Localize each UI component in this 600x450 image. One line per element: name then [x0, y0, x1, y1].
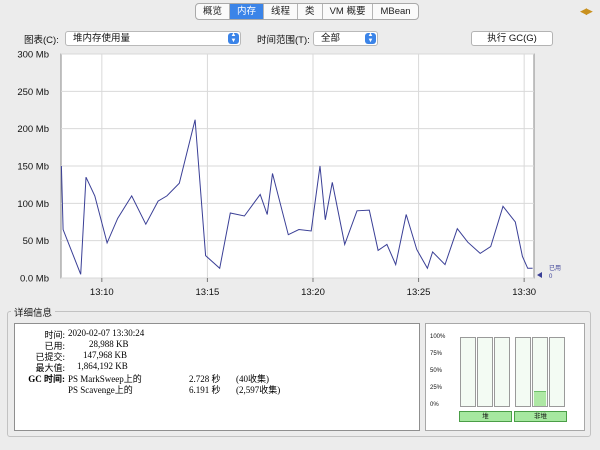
tab-threads[interactable]: 线程	[264, 4, 299, 19]
y-axis-ticks: 0.0 Mb 50 Mb 100 Mb 150 Mb 200 Mb 250 Mb 300 M…	[17, 50, 49, 285]
time-value: 2020-02-07 13:30:24	[68, 328, 145, 338]
heap-pool-bar[interactable]	[494, 337, 510, 407]
triangle-marker-icon	[537, 272, 542, 278]
memory-info-box: 时间: 2020-02-07 13:30:24 已用: 28,988 KB 已提…	[14, 323, 420, 431]
perform-gc-button[interactable]: 执行 GC(G)	[471, 31, 553, 46]
double-arrow-icon[interactable]: ◀▶	[580, 6, 593, 17]
gc-collector-count: (2,597收集)	[236, 385, 281, 395]
gc-collector-time: 6.191 秒	[189, 385, 221, 395]
non-heap-pool-bar[interactable]	[549, 337, 565, 407]
details-title: 详细信息	[11, 305, 56, 319]
legend-used-label: 已用	[549, 265, 561, 272]
x-tick-label: 13:15	[196, 287, 220, 298]
tab-memory[interactable]: 内存	[230, 4, 265, 19]
non-heap-pool-bar[interactable]	[515, 337, 531, 407]
time-range-value: 全部	[321, 33, 341, 44]
pool-usage-fill	[534, 391, 546, 406]
legend-used-value: 0	[549, 274, 553, 280]
gc-collector-name: PS Scavenge上的	[68, 385, 133, 395]
y-tick-label: 250 Mb	[17, 87, 49, 98]
gauge-percent-label: 25%	[430, 385, 443, 391]
tab-classes[interactable]: 类	[298, 4, 323, 19]
heap-pool-bar[interactable]	[477, 337, 493, 407]
up-down-arrows-icon: ▲ ▼	[365, 32, 376, 44]
x-axis-ticks: 13:10 13:15 13:20 13:25 13:30	[90, 278, 536, 298]
y-tick-label: 100 Mb	[17, 199, 49, 210]
gauge-percent-label: 0%	[430, 402, 439, 408]
y-tick-label: 300 Mb	[17, 50, 49, 61]
y-tick-label: 200 Mb	[17, 124, 49, 135]
y-tick-label: 50 Mb	[23, 236, 49, 247]
tab-bar: 概览 内存 线程 类 VM 概要 MBean	[195, 3, 419, 20]
heap-pool-bar[interactable]	[460, 337, 476, 407]
y-tick-label: 0.0 Mb	[20, 274, 49, 285]
memory-pool-gauges: 100% 75% 50% 25% 0% 堆 非堆	[425, 323, 585, 431]
up-down-arrows-icon: ▲ ▼	[228, 32, 239, 44]
non-heap-gauge-label[interactable]: 非堆	[514, 411, 567, 422]
gauge-percent-label: 75%	[430, 351, 443, 357]
chart-label: 图表(C):	[24, 35, 59, 46]
x-tick-label: 13:25	[407, 287, 431, 298]
committed-value: 147,968 KB	[83, 350, 128, 360]
x-tick-label: 13:20	[301, 287, 325, 298]
tab-mbean[interactable]: MBean	[373, 4, 417, 19]
gauge-percent-label: 50%	[430, 368, 443, 374]
tab-overview[interactable]: 概览	[196, 4, 231, 19]
heap-gauge-label[interactable]: 堆	[459, 411, 512, 422]
chart-select-value: 堆内存使用量	[73, 33, 131, 44]
max-value: 1,864,192 KB	[77, 361, 128, 371]
tab-vm-summary[interactable]: VM 概要	[323, 4, 374, 19]
used-value: 28,988 KB	[89, 339, 129, 349]
y-tick-label: 150 Mb	[17, 162, 49, 173]
time-range-label: 时间范围(T):	[257, 35, 310, 46]
heap-usage-chart: 0.0 Mb 50 Mb 100 Mb 150 Mb 200 Mb 250 Mb 300 M…	[17, 50, 561, 298]
chart-select[interactable]: 堆内存使用量 ▲ ▼	[65, 31, 241, 46]
x-tick-label: 13:30	[512, 287, 536, 298]
x-tick-label: 13:10	[90, 287, 114, 298]
gauge-percent-label: 100%	[430, 334, 446, 340]
time-range-select[interactable]: 全部 ▲ ▼	[313, 31, 378, 46]
gc-time-key: GC 时间:	[28, 374, 65, 384]
non-heap-pool-bar[interactable]	[532, 337, 548, 407]
